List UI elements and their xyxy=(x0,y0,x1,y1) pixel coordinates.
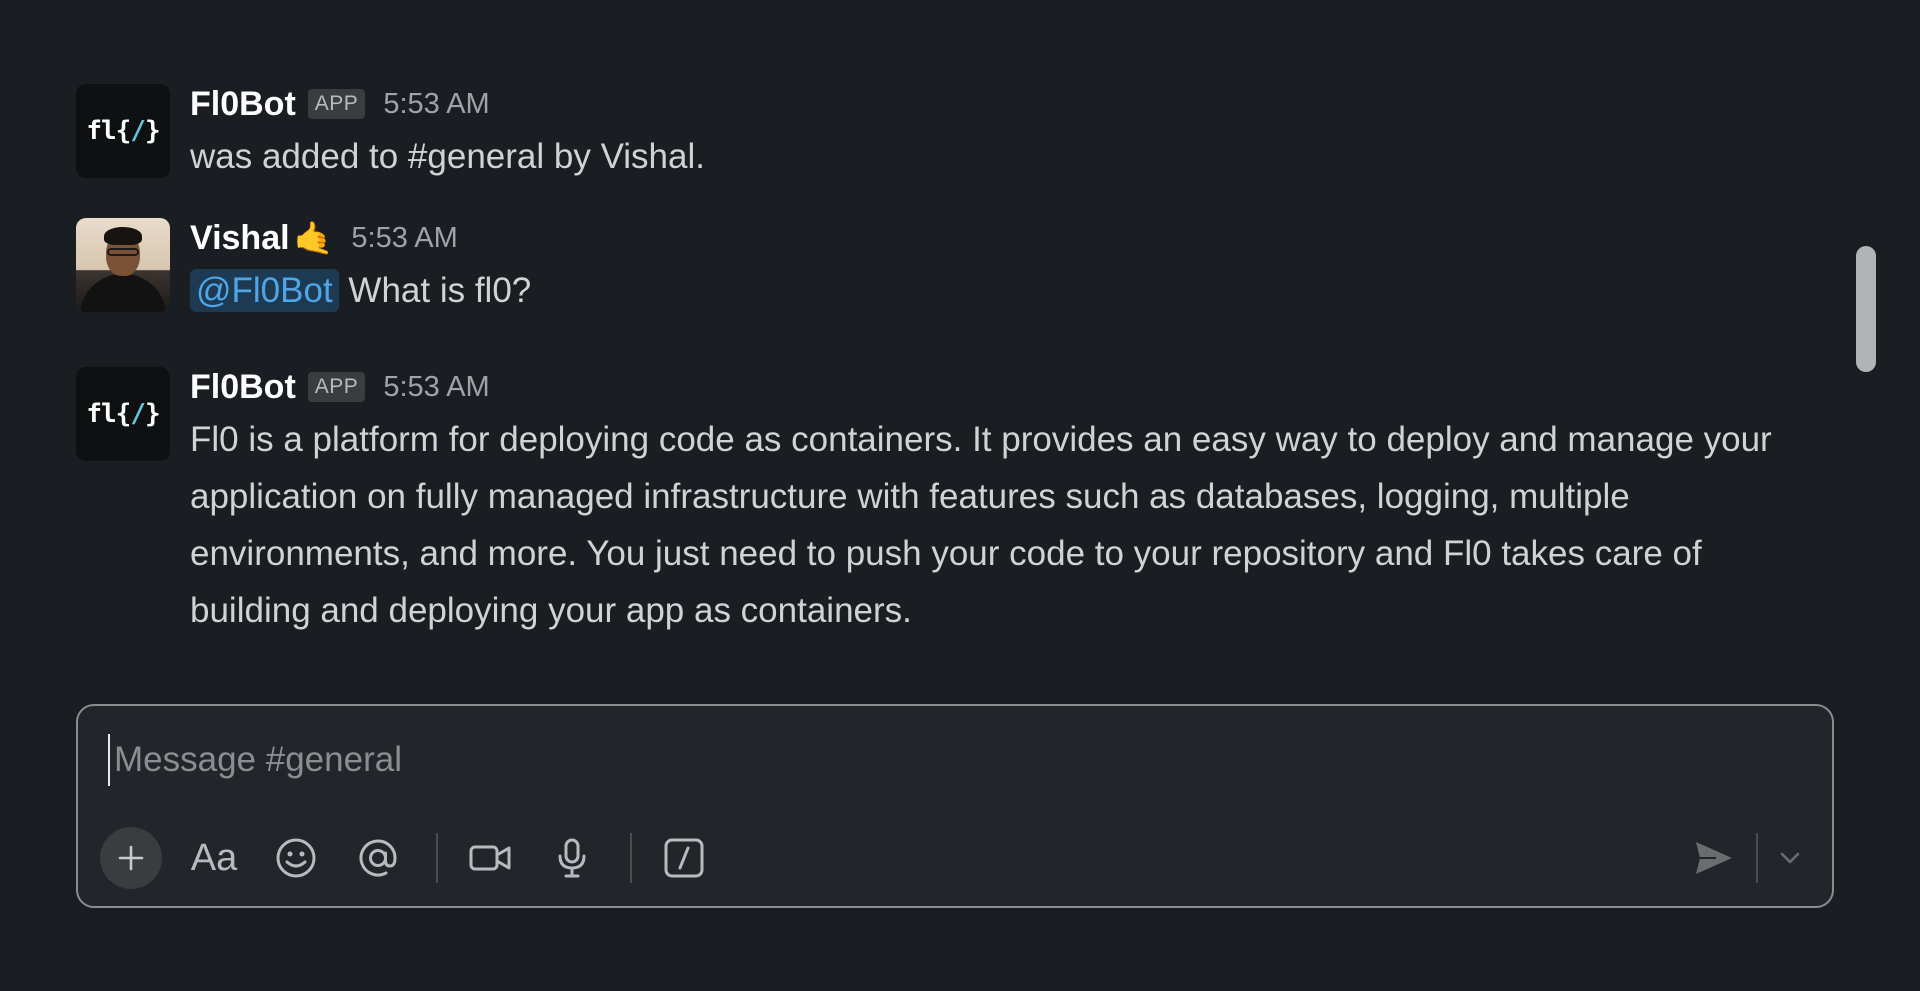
status-emoji[interactable]: 🤙 xyxy=(294,222,334,254)
message-input[interactable] xyxy=(108,734,1796,786)
sender-name[interactable]: Vishal xyxy=(190,219,290,258)
message-text: was added to #general by Vishal. xyxy=(190,137,705,176)
send-icon[interactable] xyxy=(1684,828,1744,888)
app-badge: APP xyxy=(307,372,366,402)
message-timestamp[interactable]: 5:53 AM xyxy=(383,88,489,121)
text-format-icon: Aa xyxy=(190,836,238,879)
text-format-button[interactable]: Aa xyxy=(184,828,244,888)
bot-logo: fl{/} xyxy=(86,116,160,146)
message-content: Fl0Bot APP 5:53 AM Fl0 is a platform for… xyxy=(190,367,1860,639)
user-mention[interactable]: @Fl0Bot xyxy=(190,269,339,312)
message-list: fl{/} Fl0Bot APP 5:53 AM was added to #g… xyxy=(0,0,1860,690)
plus-icon[interactable] xyxy=(100,827,162,889)
chevron-down-icon[interactable] xyxy=(1770,828,1810,888)
composer-toolbar: Aa xyxy=(100,826,1810,890)
sender-name[interactable]: Fl0Bot xyxy=(190,368,296,407)
message-text: Fl0 is a platform for deploying code as … xyxy=(190,420,1772,630)
send-divider xyxy=(1756,833,1758,883)
slack-channel-view: fl{/} Fl0Bot APP 5:53 AM was added to #g… xyxy=(0,0,1920,991)
toolbar-divider xyxy=(436,833,438,883)
message-body: What is fl0? xyxy=(348,271,532,310)
message-item[interactable]: fl{/} Fl0Bot APP 5:53 AM Fl0 is a platfo… xyxy=(76,367,1860,639)
message-item[interactable]: fl{/} Fl0Bot APP 5:53 AM was added to #g… xyxy=(76,84,1860,185)
message-content: Fl0Bot APP 5:53 AM was added to #general… xyxy=(190,84,1860,185)
message-text: @Fl0Bot What is fl0? xyxy=(190,262,1860,319)
message-item[interactable]: Vishal 🤙 5:53 AM @Fl0Bot What is fl0? xyxy=(76,218,1860,319)
mention-icon[interactable] xyxy=(348,828,408,888)
slash-command-icon[interactable] xyxy=(654,828,714,888)
message-composer: Aa xyxy=(76,704,1834,908)
message-scrollbar[interactable] xyxy=(1856,246,1876,372)
microphone-icon[interactable] xyxy=(542,828,602,888)
video-icon[interactable] xyxy=(460,828,520,888)
bot-avatar[interactable]: fl{/} xyxy=(76,367,170,461)
message-header: Vishal 🤙 5:53 AM xyxy=(190,218,1860,258)
emoji-icon[interactable] xyxy=(266,828,326,888)
app-badge: APP xyxy=(307,89,366,119)
bot-avatar[interactable]: fl{/} xyxy=(76,84,170,178)
message-header: Fl0Bot APP 5:53 AM xyxy=(190,367,1860,407)
toolbar-divider xyxy=(630,833,632,883)
message-timestamp[interactable]: 5:53 AM xyxy=(383,371,489,404)
user-avatar[interactable] xyxy=(76,218,170,312)
sender-name[interactable]: Fl0Bot xyxy=(190,85,296,124)
bot-logo: fl{/} xyxy=(86,399,160,429)
message-timestamp[interactable]: 5:53 AM xyxy=(351,222,457,255)
message-header: Fl0Bot APP 5:53 AM xyxy=(190,84,1860,124)
message-content: Vishal 🤙 5:53 AM @Fl0Bot What is fl0? xyxy=(190,218,1860,319)
